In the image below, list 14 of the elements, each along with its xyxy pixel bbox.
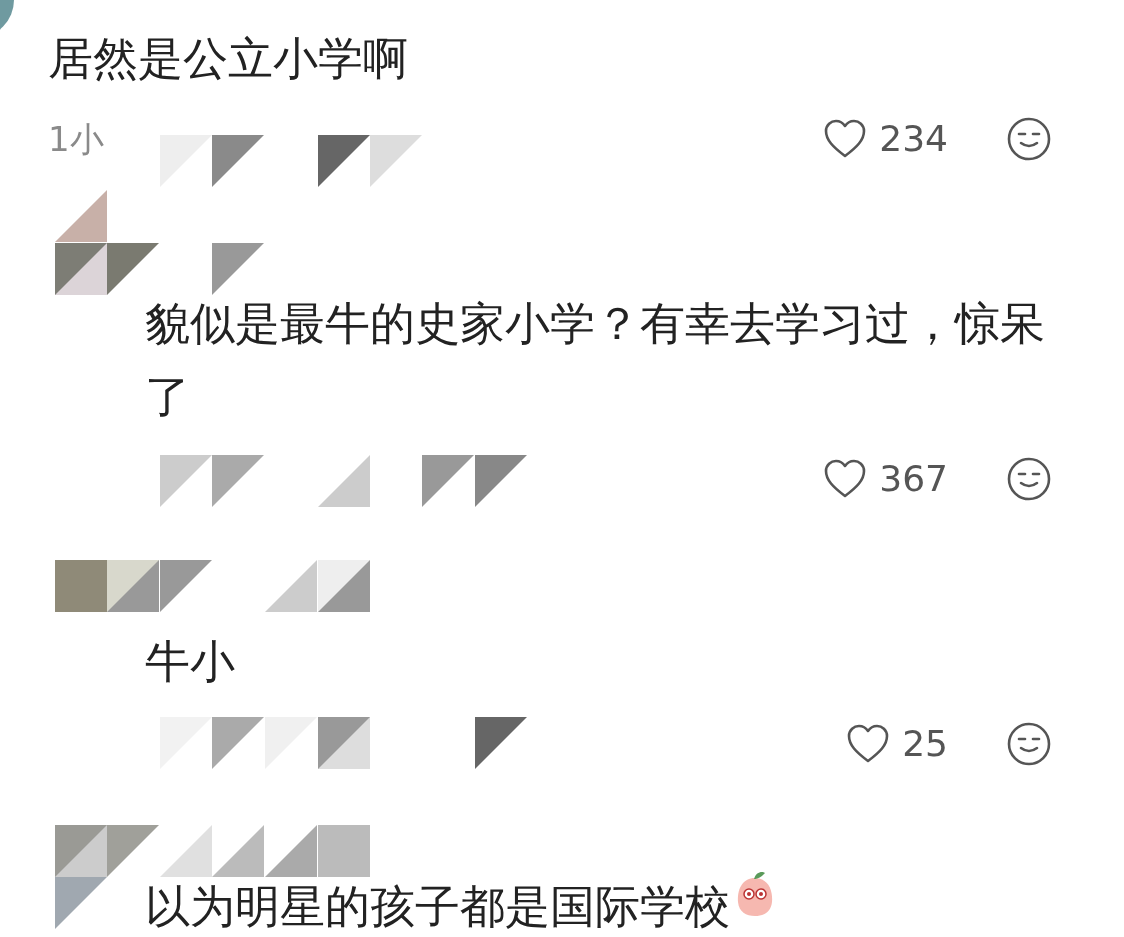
- face-icon[interactable]: [1006, 721, 1052, 767]
- heart-icon[interactable]: [823, 459, 868, 499]
- comment-text: 牛小: [145, 634, 236, 690]
- like-count: 234: [879, 117, 948, 161]
- comment-time: 1小: [48, 117, 104, 161]
- face-icon[interactable]: [1006, 116, 1052, 162]
- heart-icon[interactable]: [846, 724, 891, 764]
- like-count: 25: [902, 722, 948, 766]
- like-count: 367: [879, 457, 948, 501]
- comment-text: 貌似是最牛的史家小学？有幸去学习过，惊呆了: [145, 296, 1046, 425]
- heart-icon[interactable]: [823, 119, 868, 159]
- face-icon[interactable]: [1006, 456, 1052, 502]
- comment-text: 居然是公立小学啊: [48, 31, 409, 87]
- comment-text: 以为明星的孩子都是国际学校: [145, 870, 1080, 937]
